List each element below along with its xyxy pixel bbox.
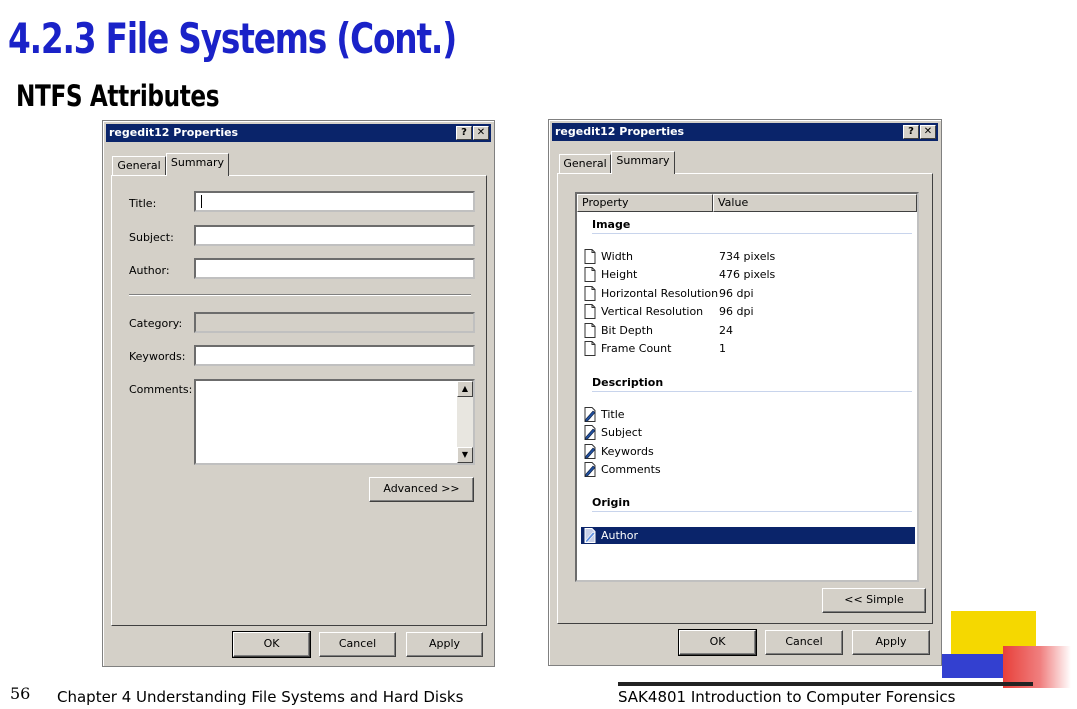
group-divider (592, 391, 912, 392)
comments-label: Comments: (129, 383, 193, 396)
column-header-property[interactable]: Property (577, 194, 713, 212)
list-item[interactable]: Title (581, 406, 915, 423)
document-icon (584, 341, 596, 356)
category-field (194, 312, 475, 333)
group-divider (592, 233, 912, 234)
column-header-value[interactable]: Value (713, 194, 917, 212)
document-icon (584, 286, 596, 301)
right-summary-panel: Property Value Image Width 734 pixels He… (557, 173, 933, 624)
footer-course: SAK4801 Introduction to Computer Forensi… (618, 688, 956, 706)
subject-field[interactable] (194, 225, 475, 246)
simple-button[interactable]: << Simple (822, 588, 926, 613)
property-list[interactable]: Property Value Image Width 734 pixels He… (575, 192, 919, 582)
subject-label: Subject: (129, 231, 174, 244)
property-name: Width (601, 250, 633, 263)
property-name: Vertical Resolution (601, 305, 704, 318)
list-item[interactable]: Comments (581, 461, 915, 478)
tab-general[interactable]: General (112, 156, 166, 176)
property-name: Keywords (601, 445, 654, 458)
tab-summary[interactable]: Summary (611, 151, 675, 174)
edit-document-icon (584, 462, 596, 477)
ok-button[interactable]: OK (678, 629, 757, 656)
property-name: Height (601, 268, 638, 281)
left-dialog-title: regedit12 Properties (109, 126, 239, 139)
left-dialog-titlebar[interactable]: regedit12 Properties ? ✕ (106, 124, 491, 142)
list-item[interactable]: Subject (581, 424, 915, 441)
text-caret (201, 195, 202, 208)
title-field[interactable] (194, 191, 475, 212)
help-icon[interactable]: ? (903, 125, 919, 139)
list-item[interactable]: Keywords (581, 443, 915, 460)
edit-document-icon (584, 444, 596, 459)
right-dialog-title: regedit12 Properties (555, 125, 685, 138)
keywords-field[interactable] (194, 345, 475, 366)
edit-document-icon (584, 528, 596, 543)
tab-general[interactable]: General (559, 154, 611, 174)
list-item[interactable]: Bit Depth 24 (581, 322, 915, 339)
help-icon[interactable]: ? (456, 126, 472, 140)
group-header-description: Description (592, 376, 664, 389)
property-value: 1 (719, 342, 726, 355)
edit-document-icon (584, 425, 596, 440)
category-label: Category: (129, 317, 183, 330)
cancel-button[interactable]: Cancel (765, 630, 843, 655)
scroll-down-icon[interactable]: ▼ (457, 447, 473, 463)
list-item[interactable]: Height 476 pixels (581, 266, 915, 283)
slide-title: 4.2.3 File Systems (Cont.) (8, 14, 457, 63)
ok-button[interactable]: OK (232, 631, 311, 658)
list-item[interactable]: Vertical Resolution 96 dpi (581, 303, 915, 320)
comments-scrollbar[interactable]: ▲ ▼ (457, 381, 473, 463)
property-name: Horizontal Resolution (601, 287, 719, 300)
title-label: Title: (129, 197, 157, 210)
list-item[interactable]: Frame Count 1 (581, 340, 915, 357)
right-dialog-titlebar[interactable]: regedit12 Properties ? ✕ (552, 123, 938, 141)
property-name: Comments (601, 463, 661, 476)
close-icon[interactable]: ✕ (473, 126, 489, 140)
property-name: Frame Count (601, 342, 672, 355)
apply-button[interactable]: Apply (852, 630, 930, 655)
left-summary-panel: Title: Subject: Author: Category: Keywor… (111, 175, 487, 626)
right-properties-dialog: regedit12 Properties ? ✕ General Summary… (548, 119, 942, 666)
group-divider (592, 511, 912, 512)
edit-document-icon (584, 407, 596, 422)
cancel-button[interactable]: Cancel (319, 632, 396, 657)
property-value: 24 (719, 324, 733, 337)
advanced-button[interactable]: Advanced >> (369, 477, 474, 502)
footer-chapter: Chapter 4 Understanding File Systems and… (57, 688, 464, 706)
close-icon[interactable]: ✕ (920, 125, 936, 139)
property-value: 96 dpi (719, 305, 754, 318)
property-value: 476 pixels (719, 268, 776, 281)
document-icon (584, 304, 596, 319)
property-name: Title (601, 408, 625, 421)
property-name: Bit Depth (601, 324, 653, 337)
comments-textarea[interactable]: ▲ ▼ (194, 379, 475, 465)
apply-button[interactable]: Apply (406, 632, 483, 657)
document-icon (584, 249, 596, 264)
property-name: Author (601, 529, 639, 542)
list-item[interactable]: Width 734 pixels (581, 248, 915, 265)
keywords-label: Keywords: (129, 350, 186, 363)
slide-subtitle: NTFS Attributes (16, 79, 220, 113)
property-value: 734 pixels (719, 250, 776, 263)
author-label: Author: (129, 264, 170, 277)
tab-summary[interactable]: Summary (166, 153, 229, 176)
group-header-origin: Origin (592, 496, 631, 509)
list-item-author-selected[interactable]: Author (581, 527, 915, 544)
document-icon (584, 323, 596, 338)
author-field[interactable] (194, 258, 475, 279)
list-item[interactable]: Horizontal Resolution 96 dpi (581, 285, 915, 302)
footer-rule (618, 682, 1033, 686)
property-name: Subject (601, 426, 643, 439)
property-value: 96 dpi (719, 287, 754, 300)
scroll-up-icon[interactable]: ▲ (457, 381, 473, 397)
page-number: 56 (10, 684, 31, 703)
separator (129, 294, 471, 296)
left-properties-dialog: regedit12 Properties ? ✕ General Summary… (102, 120, 495, 667)
document-icon (584, 267, 596, 282)
group-header-image: Image (592, 218, 631, 231)
